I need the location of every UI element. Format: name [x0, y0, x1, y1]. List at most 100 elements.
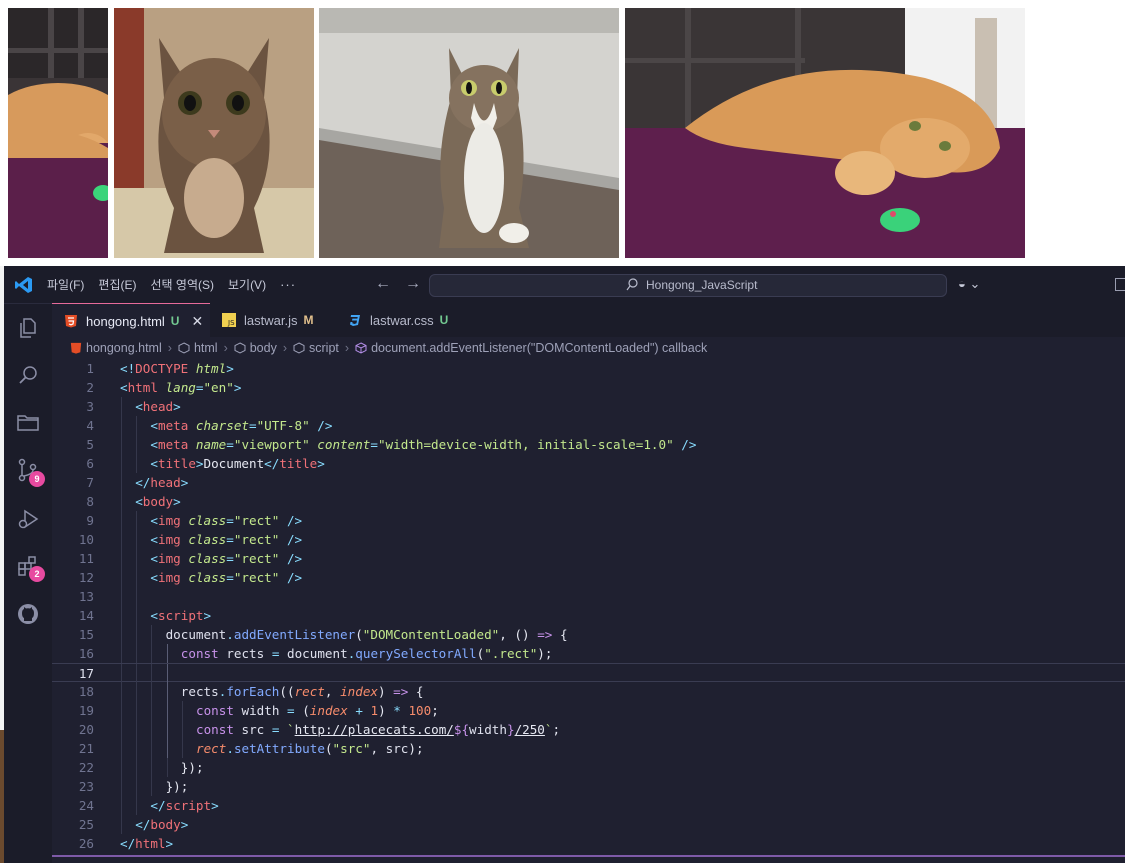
code-line[interactable]: 22});: [52, 758, 1125, 777]
code-token: document: [287, 646, 348, 661]
cat-image-4: [625, 8, 1025, 258]
back-arrow-icon[interactable]: ←: [375, 275, 391, 293]
code-line[interactable]: 5 <meta name="viewport" content="width=de…: [52, 435, 1125, 454]
code-line[interactable]: 24 </script>: [52, 796, 1125, 815]
line-number: 14: [78, 608, 94, 623]
search-sidebar-icon[interactable]: [16, 363, 40, 387]
copilot-menu[interactable]: ◒ ⌄: [958, 276, 980, 292]
code-token: width: [241, 703, 280, 718]
activity-bar: 9 2: [4, 304, 52, 863]
code-line[interactable]: 4 <meta charset="UTF-8" />: [52, 416, 1125, 435]
code-token: (: [355, 627, 363, 642]
code-line[interactable]: 19 const width = (index + 1) * 100;: [52, 701, 1125, 720]
line-number: 10: [78, 532, 94, 547]
code-line[interactable]: 17: [52, 663, 1125, 683]
indent-guide: [121, 701, 122, 720]
run-debug-icon[interactable]: [16, 507, 40, 531]
breadcrumb-body[interactable]: body: [250, 341, 277, 355]
explorer-icon[interactable]: [16, 316, 40, 340]
code-line[interactable]: 9 <img class="rect" />: [52, 511, 1125, 530]
code-token: querySelectorAll: [355, 646, 477, 661]
code-line[interactable]: 20 const src = `http://placecats.com/${wi…: [52, 720, 1125, 739]
code-line[interactable]: 8 <body>: [52, 492, 1125, 511]
code-line[interactable]: 26 </html>: [52, 834, 1125, 853]
code-line[interactable]: 16 const rects = document.querySelectorAl…: [52, 644, 1125, 663]
code-text: <!DOCTYPE html>: [120, 359, 234, 378]
indent-guide: [166, 758, 168, 777]
code-token: index: [340, 684, 378, 699]
element-icon: [293, 342, 305, 354]
code-token: {: [408, 684, 424, 699]
indent-guide: [181, 720, 183, 739]
code-token: script: [165, 798, 212, 813]
code-token: 1: [370, 703, 379, 718]
code-line[interactable]: 2 <html lang="en">: [52, 378, 1125, 397]
code-line[interactable]: 3 <head>: [52, 397, 1125, 416]
code-line[interactable]: 23});: [52, 777, 1125, 796]
code-line[interactable]: 15 document.addEventListener("DOMContentL…: [52, 625, 1125, 644]
code-token: src: [385, 741, 409, 756]
code-token: const: [196, 722, 234, 737]
line-number: 26: [78, 836, 94, 851]
code-line[interactable]: 13: [52, 587, 1125, 606]
code-line[interactable]: 7 </head>: [52, 473, 1125, 492]
code-token: >: [233, 380, 242, 395]
code-line[interactable]: 25 </body>: [52, 815, 1125, 834]
tab-hongong-html[interactable]: hongong.html U ✕: [52, 303, 210, 338]
forward-arrow-icon[interactable]: →: [405, 275, 421, 293]
code-line[interactable]: 10 <img class="rect" />: [52, 530, 1125, 549]
line-number: 21: [78, 741, 94, 756]
code-token: =>: [393, 684, 409, 699]
panel-border: [52, 855, 1125, 857]
tab-lastwar-css[interactable]: lastwar.css U: [336, 303, 472, 337]
code-token: =: [226, 437, 234, 452]
code-line[interactable]: 6 <title>Document</title>: [52, 454, 1125, 473]
code-token: =: [226, 532, 234, 547]
folder-icon[interactable]: [16, 410, 40, 434]
code-line[interactable]: 11 <img class="rect" />: [52, 549, 1125, 568]
tab-status: U: [170, 314, 180, 328]
line-number: 18: [78, 684, 94, 699]
layout-toggle-icon[interactable]: [1115, 278, 1125, 291]
menu-more[interactable]: ···: [280, 277, 296, 292]
tab-label: lastwar.js: [244, 312, 298, 328]
code-line[interactable]: 12 <img class="rect" />: [52, 568, 1125, 587]
indent-guide: [151, 758, 153, 777]
code-line[interactable]: 14 <script>: [52, 606, 1125, 625]
code-line[interactable]: 18 rects.forEach((rect, index) => {: [52, 682, 1125, 701]
code-token: });: [165, 779, 189, 794]
code-text: <script>: [150, 606, 211, 625]
code-line[interactable]: 1 <!DOCTYPE html>: [52, 359, 1125, 378]
indent-guide: [121, 568, 122, 587]
code-token: meta: [157, 437, 189, 452]
github-icon[interactable]: [16, 602, 40, 626]
tab-lastwar-js[interactable]: JS lastwar.js M: [210, 303, 336, 337]
code-token: index: [309, 703, 348, 718]
code-token: ,: [324, 684, 341, 699]
breadcrumb-html[interactable]: html: [194, 341, 218, 355]
indent-guide: [121, 549, 122, 568]
close-icon[interactable]: ✕: [191, 313, 203, 330]
breadcrumb-callback[interactable]: document.addEventListener("DOMContentLoa…: [371, 341, 707, 355]
menu-selection[interactable]: 선택 영역(S): [150, 276, 214, 293]
code-token: ,: [370, 741, 386, 756]
menu-file[interactable]: 파일(F): [47, 276, 84, 293]
code-token: </: [135, 475, 151, 490]
menu-edit[interactable]: 편집(E): [98, 276, 136, 293]
menu-view[interactable]: 보기(V): [228, 276, 266, 293]
cat-image-3: [319, 8, 619, 258]
code-token: />: [681, 437, 697, 452]
code-token: />: [286, 513, 303, 528]
breadcrumb-file[interactable]: hongong.html: [86, 341, 162, 355]
code-area[interactable]: 1 <!DOCTYPE html> 2 <html lang="en"> 3 <head>…: [52, 359, 1125, 863]
breadcrumb-script[interactable]: script: [309, 341, 339, 355]
indent-guide: [136, 454, 138, 473]
code-line[interactable]: 21 rect.setAttribute("src", src);: [52, 739, 1125, 758]
cat-image-1: [8, 8, 108, 258]
code-editor-window: 파일(F) 편집(E) 선택 영역(S) 보기(V) ··· ← → Hongo…: [4, 266, 1125, 863]
tab-status: M: [303, 313, 314, 327]
command-center-search[interactable]: Hongong_JavaScript: [429, 274, 947, 297]
code-token: document: [165, 627, 227, 642]
